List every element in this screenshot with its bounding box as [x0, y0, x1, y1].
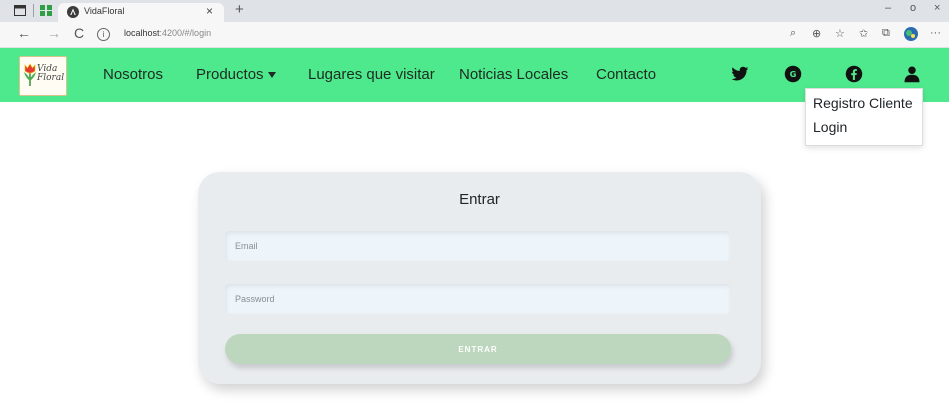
collections-icon[interactable]: ⧉ [882, 27, 890, 40]
profile-avatar-icon[interactable] [904, 27, 918, 41]
browser-tab-strip: VidaFloral × + – o × [0, 0, 949, 22]
close-window-icon[interactable]: × [934, 2, 940, 14]
new-tab-button[interactable]: + [235, 1, 244, 18]
read-aloud-icon[interactable]: ☆ [835, 27, 845, 40]
email-field[interactable] [225, 231, 730, 261]
reload-icon[interactable]: C [74, 25, 84, 41]
nav-contacto[interactable]: Contacto [596, 66, 656, 83]
favorites-icon[interactable]: ✩ [859, 27, 868, 40]
restore-icon[interactable]: o [910, 2, 916, 14]
menu-item-registro-cliente[interactable]: Registro Cliente [813, 95, 913, 111]
url-host: localhost [124, 28, 160, 38]
active-tab[interactable]: VidaFloral × [58, 3, 224, 22]
login-card: Entrar ENTRAR [198, 172, 761, 384]
caret-down-icon [267, 72, 276, 79]
nav-productos[interactable]: Productos [196, 66, 276, 83]
more-icon[interactable]: ··· [930, 27, 941, 39]
forward-icon[interactable]: → [47, 25, 61, 41]
user-icon[interactable] [903, 65, 921, 83]
svg-text:G: G [790, 69, 797, 79]
nav-lugares[interactable]: Lugares que visitar [308, 66, 435, 83]
password-field[interactable] [225, 284, 730, 314]
login-title: Entrar [459, 191, 500, 208]
nav-noticias[interactable]: Noticias Locales [459, 66, 568, 83]
user-dropdown-menu: Registro Cliente Login [805, 88, 923, 146]
angular-favicon-icon [67, 6, 79, 18]
search-icon[interactable]: ⌕ [790, 27, 796, 40]
logo-text-line2: Floral [37, 73, 65, 83]
site-logo[interactable]: Vida Floral [19, 56, 67, 96]
menu-item-login[interactable]: Login [813, 119, 847, 135]
entrar-button[interactable]: ENTRAR [225, 334, 731, 364]
tab-strip-divider [33, 4, 34, 17]
workspaces-icon[interactable] [40, 5, 52, 16]
facebook-icon[interactable] [845, 65, 863, 83]
minimize-icon[interactable]: – [885, 2, 891, 14]
tab-title: VidaFloral [84, 6, 125, 16]
url-path: :4200/#/login [159, 28, 212, 38]
url-field[interactable]: localhost:4200/#/login [124, 28, 211, 38]
nav-productos-label: Productos [196, 66, 264, 83]
twitter-icon[interactable] [731, 65, 749, 83]
logo-text: Vida Floral [37, 65, 64, 83]
back-icon[interactable]: ← [17, 25, 31, 41]
google-plus-icon[interactable]: G [784, 65, 802, 83]
tab-actions-icon[interactable] [14, 5, 26, 16]
zoom-icon[interactable]: ⊕ [812, 27, 821, 40]
site-info-icon[interactable]: i [97, 28, 110, 41]
nav-nosotros[interactable]: Nosotros [103, 66, 163, 83]
browser-address-bar: ← → C i localhost:4200/#/login ⌕ ⊕ ☆ ✩ ⧉… [0, 22, 949, 48]
tab-close-icon[interactable]: × [206, 4, 213, 18]
tulip-logo-icon [24, 63, 36, 86]
